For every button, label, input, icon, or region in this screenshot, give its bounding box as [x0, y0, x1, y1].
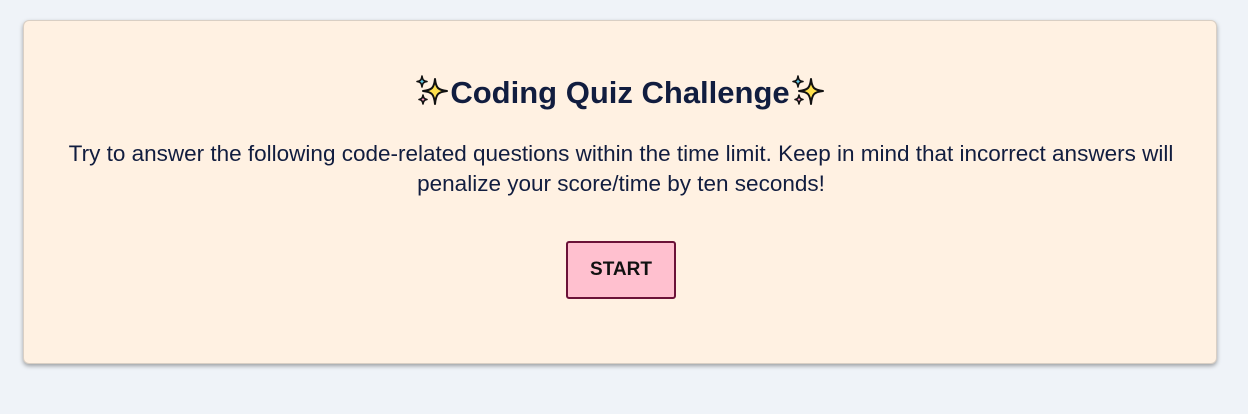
quiz-description: Try to answer the following code-related…	[68, 141, 1174, 196]
page-title: Coding Quiz Challenge	[24, 73, 1216, 113]
sparkles-icon	[416, 75, 449, 105]
sparkles-icon	[791, 75, 824, 105]
title-text: Coding Quiz Challenge	[450, 75, 790, 110]
start-button[interactable]: START	[566, 241, 676, 299]
quiz-card: Coding Quiz Challenge Try to answer the …	[23, 20, 1217, 364]
